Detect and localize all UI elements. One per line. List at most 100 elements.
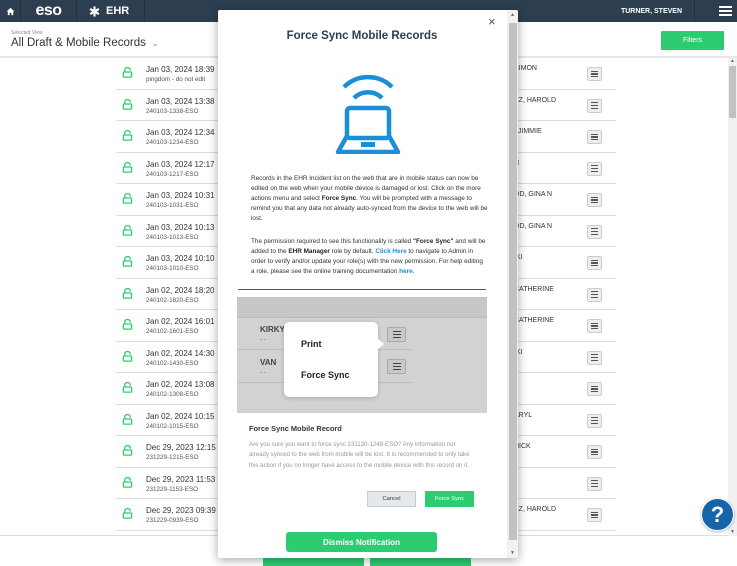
modal-scrollbar[interactable]: ▲ ▼ xyxy=(507,10,518,558)
ehr-app-link[interactable]: EHR xyxy=(77,0,145,22)
patient-name: CATHERINE xyxy=(514,317,554,324)
click-here-link[interactable]: Click Here xyxy=(375,248,406,255)
more-actions-button[interactable] xyxy=(587,256,602,270)
unlock-icon xyxy=(122,130,133,141)
demo-more-button xyxy=(387,327,406,342)
record-date: Dec 29, 2023 11:53 xyxy=(146,474,216,484)
demo-force-sync-button: Force Sync xyxy=(425,491,474,507)
patient-name: OD, GINA N xyxy=(514,191,553,198)
force-sync-modal: × Force Sync Mobile Records Records in t… xyxy=(218,10,518,558)
menu-lines-icon xyxy=(591,354,598,356)
scroll-up-arrow-icon[interactable]: ▲ xyxy=(507,10,518,20)
selected-view-dropdown[interactable]: All Draft & Mobile Records ⌄ xyxy=(11,37,159,49)
menu-lines-icon xyxy=(591,322,598,324)
permission-paragraph: The permission required to see this func… xyxy=(251,238,486,275)
record-date: Jan 03, 2024 12:34 xyxy=(146,128,215,137)
menu-lines-icon xyxy=(591,291,598,293)
patient-name: EZ, HAROLD xyxy=(514,96,557,104)
menu-lines-icon xyxy=(591,385,598,387)
record-date: Dec 29, 2023 12:15 xyxy=(146,443,216,452)
star-of-life-icon xyxy=(89,5,100,17)
eso-logo[interactable]: eso xyxy=(21,0,77,22)
unlock-icon xyxy=(122,445,133,456)
selected-view-value: All Draft & Mobile Records xyxy=(11,37,146,49)
more-actions-button[interactable] xyxy=(587,508,602,522)
unlock-icon xyxy=(122,476,133,488)
record-date: Jan 03, 2024 10:13 xyxy=(146,222,215,232)
hamburger-menu-button[interactable] xyxy=(713,0,737,22)
demo-actions-popover: Print Force Sync xyxy=(284,322,384,397)
scroll-down-arrow-icon[interactable]: ▼ xyxy=(728,529,737,536)
dismiss-notification-button[interactable]: Dismiss Notification xyxy=(286,532,437,552)
more-actions-button[interactable] xyxy=(587,445,602,459)
scroll-up-arrow-icon[interactable]: ▲ xyxy=(728,58,737,65)
selected-view-label: Selected View xyxy=(11,30,43,36)
more-actions-button[interactable] xyxy=(587,161,602,176)
unlock-icon xyxy=(122,256,133,267)
menu-lines-icon xyxy=(591,259,598,261)
menu-lines-icon xyxy=(392,331,401,333)
more-actions-button[interactable] xyxy=(587,67,602,81)
documentation-link[interactable]: here xyxy=(399,268,413,275)
more-actions-button[interactable] xyxy=(587,413,602,428)
record-date: Dec 29, 2023 09:39 xyxy=(146,506,216,515)
unlock-icon xyxy=(122,350,133,362)
home-button[interactable] xyxy=(0,0,21,22)
home-icon xyxy=(5,7,15,15)
more-actions-button[interactable] xyxy=(587,382,602,396)
page-scrollbar[interactable]: ▲ ▼ xyxy=(728,58,737,536)
user-name[interactable]: TURNER, STEVEN xyxy=(621,0,695,22)
incident-number: 231229-1215-ESO xyxy=(146,454,199,461)
more-actions-button[interactable] xyxy=(587,98,602,113)
confirm-text: Are you sure you want to force sync 2311… xyxy=(249,441,470,469)
incident-number: 240103-1217-ESO xyxy=(146,170,199,178)
laptop-wifi-icon xyxy=(335,74,401,154)
menu-lines-icon xyxy=(591,196,598,198)
record-date: Jan 02, 2024 16:01 xyxy=(146,317,215,326)
menu-lines-icon xyxy=(591,480,598,482)
help-button[interactable]: ? xyxy=(701,498,734,531)
more-actions-button[interactable] xyxy=(587,319,602,333)
scrollbar-thumb[interactable] xyxy=(509,23,517,540)
incident-number: 240102-1601-ESO xyxy=(146,328,199,335)
confirm-title: Force Sync Mobile Record xyxy=(249,424,342,433)
unlock-icon xyxy=(122,413,133,425)
incident-number: 240103-1338-ESO xyxy=(146,107,199,115)
more-actions-button[interactable] xyxy=(587,350,602,365)
unlock-icon xyxy=(122,224,133,236)
incident-number: 240102-1015-ESO xyxy=(146,422,199,430)
unlock-icon xyxy=(122,319,133,330)
menu-lines-icon xyxy=(591,448,598,450)
incident-number: 240103-1013-ESO xyxy=(146,233,199,241)
patient-name: EZ, HAROLD xyxy=(514,506,557,513)
close-icon[interactable]: × xyxy=(488,14,496,29)
incident-number: 240103-1031-ESO xyxy=(146,202,199,209)
menu-lines-icon xyxy=(591,511,598,513)
unlock-icon xyxy=(122,161,133,173)
record-date: Jan 03, 2024 18:39 xyxy=(146,65,215,74)
demo-cancel-button: Cancel xyxy=(367,491,416,507)
incident-number: 231229-1153-ESO xyxy=(146,485,199,493)
more-actions-button[interactable] xyxy=(587,287,602,302)
bottom-action-button-2[interactable] xyxy=(370,558,471,566)
scroll-down-arrow-icon[interactable]: ▼ xyxy=(507,548,518,558)
scrollbar-thumb[interactable] xyxy=(729,66,736,118)
incident-number: 240103-1234-ESO xyxy=(146,139,199,146)
more-actions-button[interactable] xyxy=(587,224,602,239)
more-actions-button[interactable] xyxy=(587,476,602,491)
unlock-icon xyxy=(122,382,133,393)
bottom-action-button-1[interactable] xyxy=(263,558,364,566)
modal-title: Force Sync Mobile Records xyxy=(286,30,438,42)
menu-lines-icon xyxy=(392,363,401,365)
menu-lines-icon xyxy=(591,102,598,104)
menu-lines-icon xyxy=(591,70,598,72)
incident-number: 240103-1010-ESO xyxy=(146,265,199,272)
illustration-screenshot: KIRKY - - VAN - - Print Force Sync xyxy=(237,297,487,413)
record-date: Jan 02, 2024 18:20 xyxy=(146,285,215,295)
incident-number: 240102-1820-ESO xyxy=(146,296,199,304)
filters-button[interactable]: Filters xyxy=(661,31,724,50)
patient-name: , JIMMIE xyxy=(514,128,542,135)
demo-menu-item-print: Print xyxy=(301,339,322,349)
more-actions-button[interactable] xyxy=(587,193,602,207)
more-actions-button[interactable] xyxy=(587,130,602,144)
